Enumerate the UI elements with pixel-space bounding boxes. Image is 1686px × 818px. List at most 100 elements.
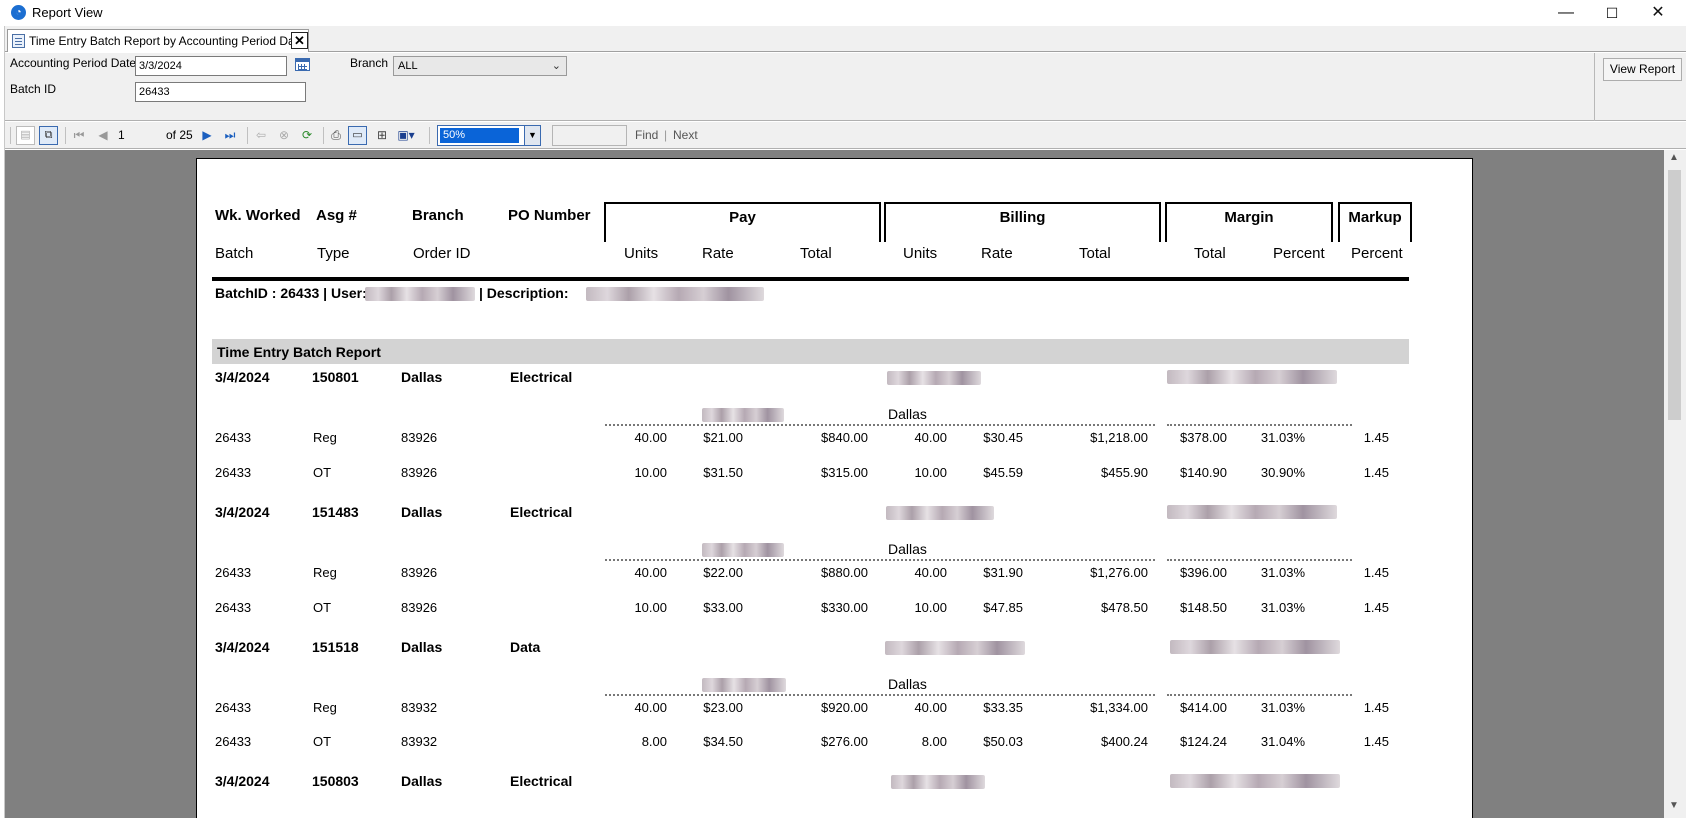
cell-markup: 1.45 [1363,734,1389,749]
cell-pay-rate: $31.50 [703,465,743,480]
previous-page-icon[interactable]: ◀ [96,127,110,144]
cell-pay-total: $880.00 [821,565,868,580]
group-po: Electrical [510,504,573,520]
cell-pay-units: 10.00 [634,465,667,480]
cell-order: 83926 [401,465,438,480]
group-asg: 151518 [312,639,359,655]
back-icon[interactable]: ⇦ [254,127,268,144]
col-po-number: PO Number [508,207,591,224]
accounting-period-input[interactable]: 3/3/2024 [135,56,287,76]
cell-pay-total: $840.00 [821,430,868,445]
col-pay-total: Total [800,245,832,262]
report-parameters-panel: Accounting Period Date 3/3/2024 Batch ID… [5,53,1686,121]
cell-bill-rate: $47.85 [983,600,1023,615]
cell-bill-total: $455.90 [1101,465,1148,480]
dotted-divider [605,424,1155,426]
redacted-field [702,408,784,422]
cell-order: 83932 [401,734,438,749]
redacted-field [885,641,1025,655]
group-date: 3/4/2024 [215,639,270,655]
redacted-field [1170,640,1340,654]
chevron-down-icon: ⌄ [551,60,561,72]
cell-batch: 26433 [215,465,252,480]
maximize-button[interactable]: ☐ [1589,0,1635,26]
scroll-down-icon[interactable]: ▼ [1669,800,1679,811]
find-next-link[interactable]: Next [673,128,698,142]
cell-bill-total: $1,218.00 [1090,430,1148,445]
tab-time-entry-batch-report[interactable]: Time Entry Batch Report by Accounting Pe… [7,29,309,52]
zoom-select[interactable]: 50% ▼ [437,125,541,146]
cell-type: OT [313,465,332,480]
export-save-icon[interactable]: ▣▾ [394,127,418,144]
cell-order: 83926 [401,430,438,445]
cell-batch: 26433 [215,565,252,580]
view-report-button[interactable]: View Report [1603,58,1682,81]
cell-pay-rate: $22.00 [703,565,743,580]
close-window-button[interactable]: ✕ [1635,0,1681,26]
calendar-icon[interactable] [295,58,310,71]
group-location: Dallas [888,541,927,557]
first-page-icon[interactable]: ⏮ [72,127,86,144]
cell-pay-units: 10.00 [634,600,667,615]
cell-bill-rate: $33.35 [983,700,1023,715]
description-label: | Description: [479,285,569,301]
report-toolbar: ▤ ⧉ ⏮ ◀ 1 of 25 ▶ ⏭ ⇦ ⊗ ⟳ ⎙ ▭ ⊞ ▣▾ 50% ▼… [5,122,1686,149]
current-page-input[interactable]: 1 [118,126,158,145]
zoom-dropdown-icon[interactable]: ▼ [524,126,540,145]
cell-bill-units: 40.00 [914,565,947,580]
cell-markup: 1.45 [1363,465,1389,480]
group-date: 3/4/2024 [215,504,270,520]
find-link[interactable]: Find [635,128,658,142]
tab-label: Time Entry Batch Report by Accounting Pe… [29,34,305,48]
minimize-button[interactable]: — [1543,0,1589,26]
redacted-field [702,678,786,692]
print-icon[interactable]: ⎙ [327,127,345,144]
title-bar: ◔ Report View — ☐ ✕ [0,0,1686,26]
cell-bill-total: $1,334.00 [1090,700,1148,715]
document-map-icon[interactable]: ⧉ [39,126,58,145]
cell-bill-rate: $50.03 [983,734,1023,749]
batch-id-input[interactable]: 26433 [135,82,306,102]
cell-pay-units: 8.00 [641,734,667,749]
last-page-icon[interactable]: ⏭ [222,127,238,144]
tab-close-icon[interactable]: ✕ [291,32,308,49]
group-date: 3/4/2024 [215,773,270,789]
cell-markup: 1.45 [1363,430,1389,445]
scroll-up-icon[interactable]: ▲ [1669,152,1679,163]
col-markup-percent: Percent [1351,245,1403,262]
billing-header-label: Billing [999,209,1046,226]
refresh-icon[interactable]: ⟳ [299,127,315,144]
report-viewport[interactable]: Wk. Worked Asg # Branch PO Number Pay Bi… [5,150,1664,818]
cell-margin-total: $140.90 [1180,465,1227,480]
col-margin-total: Total [1194,245,1226,262]
cell-margin-percent: 31.03% [1260,700,1305,715]
group-date: 3/4/2024 [215,369,270,385]
branch-label: Branch [350,56,389,70]
cell-type: Reg [313,700,337,715]
cell-type: OT [313,600,332,615]
cell-pay-units: 40.00 [634,430,667,445]
cell-order: 83926 [401,600,438,615]
col-branch: Branch [412,207,464,224]
find-input[interactable] [552,125,627,146]
report-page: Wk. Worked Asg # Branch PO Number Pay Bi… [196,158,1473,818]
stop-icon[interactable]: ⊗ [276,127,292,144]
markup-header-label: Markup [1348,209,1402,226]
page-setup-icon[interactable]: ⊞ [373,127,391,144]
print-layout-icon[interactable]: ▭ [348,126,367,145]
cell-batch: 26433 [215,430,252,445]
redacted-field [1170,774,1340,788]
dotted-divider [1167,424,1352,426]
toolbar-grip [10,127,11,144]
redacted-field [886,506,994,520]
group-po: Electrical [510,369,573,385]
branch-select[interactable]: ALL ⌄ [393,56,567,76]
group-asg: 150801 [312,369,359,385]
scroll-thumb[interactable] [1668,170,1681,420]
section-header: Time Entry Batch Report [212,339,1409,364]
group-branch: Dallas [401,504,443,520]
toggle-parameters-icon[interactable]: ▤ [16,126,35,145]
vertical-scrollbar[interactable]: ▲ ▼ [1664,150,1686,818]
window-title: Report View [32,5,103,20]
next-page-icon[interactable]: ▶ [200,127,214,144]
